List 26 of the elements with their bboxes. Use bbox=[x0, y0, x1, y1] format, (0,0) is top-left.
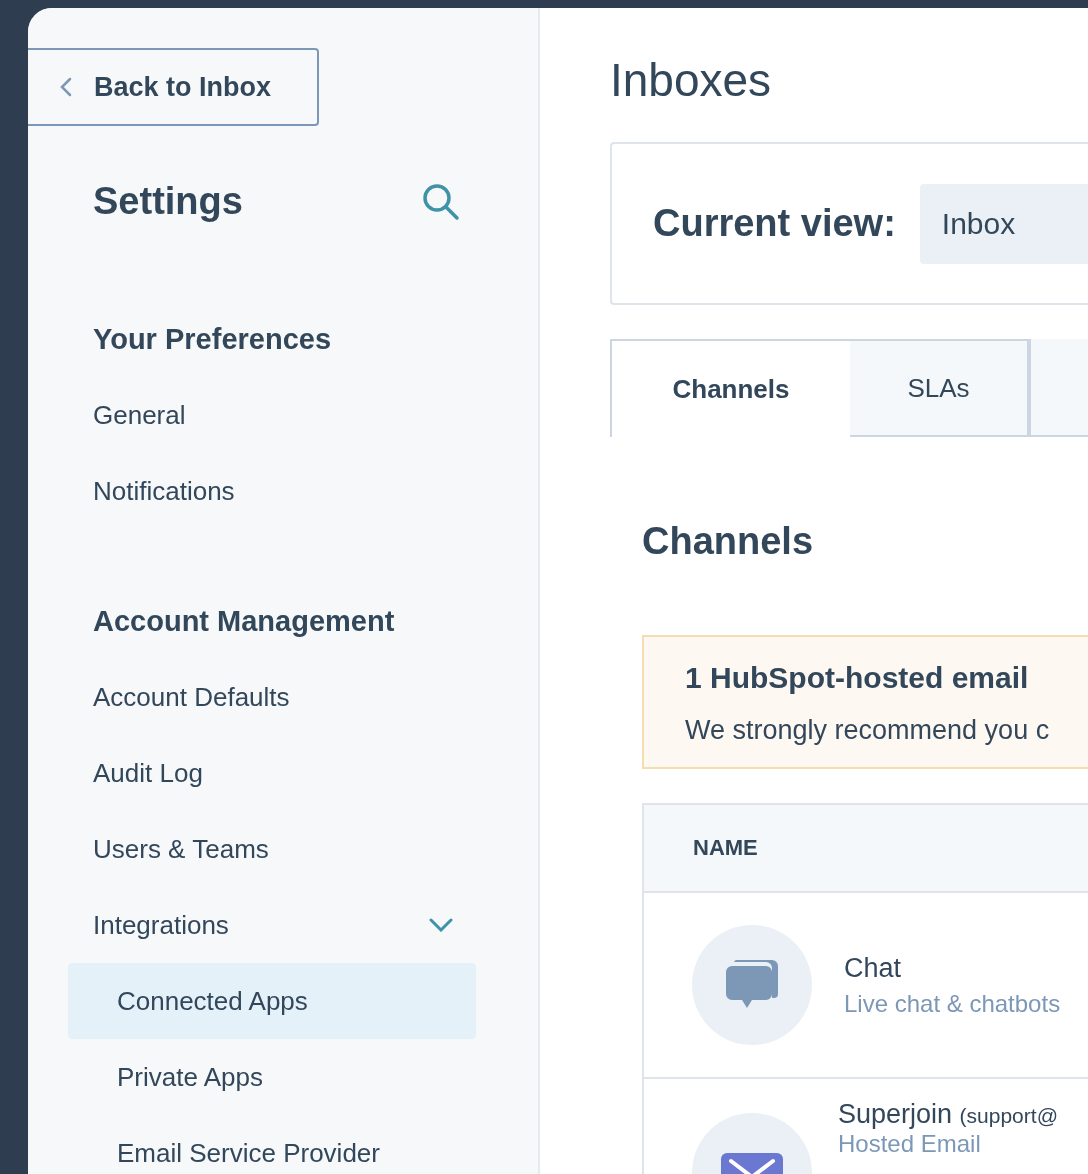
channel-name[interactable]: Chat bbox=[844, 952, 1061, 984]
nav-item[interactable]: Users & Teams bbox=[93, 811, 453, 887]
nav-item[interactable]: Private Apps bbox=[68, 1039, 476, 1115]
page-title: Inboxes bbox=[610, 53, 773, 108]
alert-title: 1 HubSpot-hosted email bbox=[685, 660, 1030, 696]
nav-item[interactable]: Notifications bbox=[93, 453, 453, 529]
tab[interactable]: SLAs bbox=[850, 339, 1029, 437]
section-title: Channels bbox=[642, 519, 815, 564]
section-heading: Your Preferences bbox=[93, 322, 333, 357]
nav-item[interactable]: Integrations bbox=[93, 887, 453, 963]
section-heading: Account Management bbox=[93, 604, 396, 639]
view-label: Current view: bbox=[653, 202, 896, 245]
back-button[interactable]: Back to Inbox bbox=[28, 48, 319, 126]
channel-description: Hosted Email bbox=[838, 1130, 982, 1158]
nav-item[interactable]: Account Defaults bbox=[93, 659, 453, 735]
tab[interactable]: Channels bbox=[610, 339, 850, 437]
settings-title: Settings bbox=[93, 180, 243, 223]
nav-item[interactable]: General bbox=[93, 377, 453, 453]
nav-item[interactable]: Email Service Provider bbox=[68, 1115, 476, 1174]
nav-item[interactable]: Connected Apps bbox=[68, 963, 476, 1039]
view-select[interactable]: Inbox bbox=[919, 183, 1088, 264]
channel-description: Live chat & chatbots bbox=[844, 989, 1061, 1018]
alert-text: We strongly recommend you c bbox=[685, 715, 1051, 746]
nav-item[interactable]: Audit Log bbox=[93, 735, 453, 811]
column-header: NAME bbox=[644, 805, 1088, 893]
channel-name[interactable]: Superjoin (support@ bbox=[838, 1099, 1058, 1130]
